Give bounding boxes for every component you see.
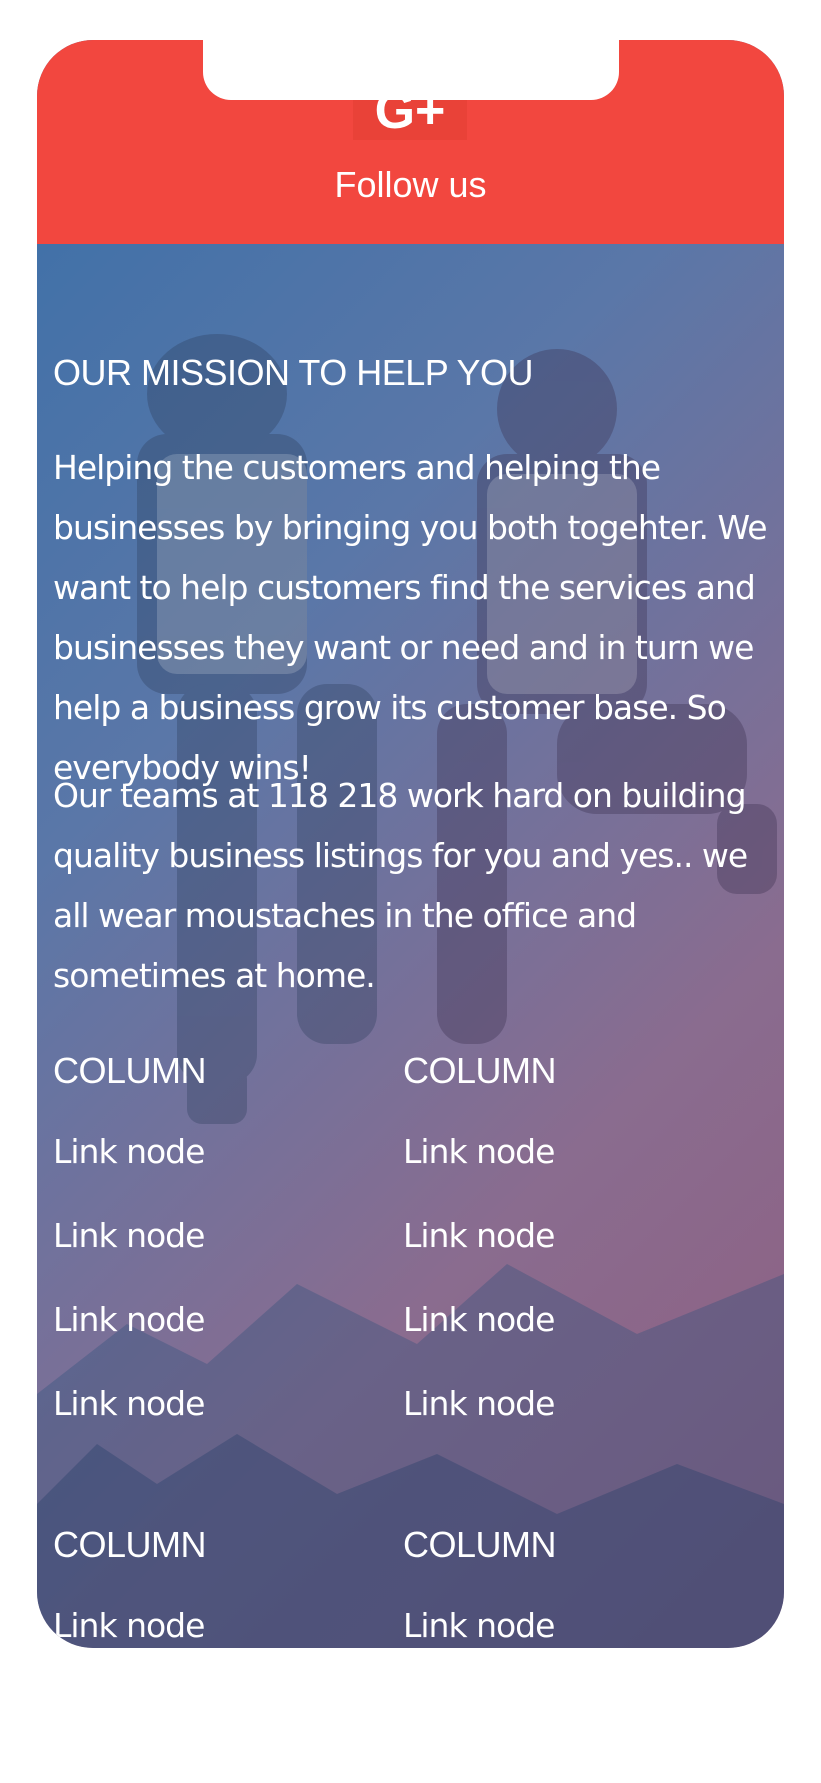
footer-column: COLUMN Link node <box>403 1524 733 1645</box>
footer-column: COLUMN Link node Link node Link node Lin… <box>403 1050 733 1423</box>
footer-link[interactable]: Link node <box>403 1606 555 1645</box>
follow-us-label[interactable]: Follow us <box>37 164 784 206</box>
phone-frame: G+ Follow us OUR MISSION TO HELP YOU Hel… <box>37 40 784 1648</box>
device-notch <box>203 40 619 100</box>
mission-paragraph: Helping the customers and helping the bu… <box>53 448 768 787</box>
mission-title: OUR MISSION TO HELP YOU <box>53 352 533 393</box>
footer-link[interactable]: Link node <box>53 1606 205 1645</box>
team-paragraph: Our teams at 118 218 work hard on buildi… <box>53 776 748 995</box>
column-heading: COLUMN <box>53 1524 207 1565</box>
footer-link[interactable]: Link node <box>403 1300 555 1339</box>
footer-link[interactable]: Link node <box>403 1384 555 1423</box>
footer-column: COLUMN Link node Link node Link node Lin… <box>53 1050 383 1423</box>
footer-column: COLUMN Link node <box>53 1524 383 1645</box>
footer-link[interactable]: Link node <box>403 1132 555 1171</box>
footer-link[interactable]: Link node <box>53 1300 205 1339</box>
column-heading: COLUMN <box>403 1050 557 1091</box>
column-heading: COLUMN <box>403 1524 557 1565</box>
footer-link[interactable]: Link node <box>53 1216 205 1255</box>
footer-link[interactable]: Link node <box>403 1216 555 1255</box>
footer-link[interactable]: Link node <box>53 1132 205 1171</box>
column-heading: COLUMN <box>53 1050 207 1091</box>
footer-link[interactable]: Link node <box>53 1384 205 1423</box>
